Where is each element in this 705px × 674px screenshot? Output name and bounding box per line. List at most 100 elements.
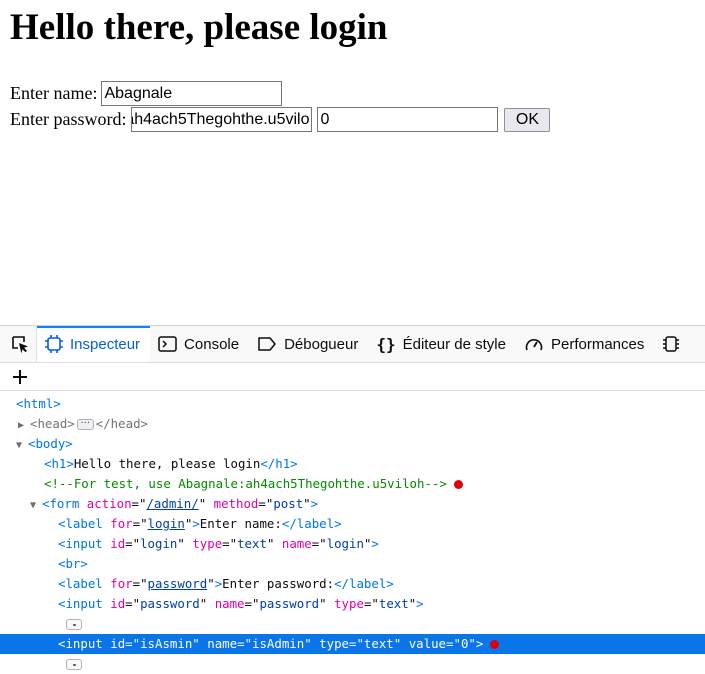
form-tag: <form bbox=[42, 496, 80, 511]
collapsed-content-icon[interactable] bbox=[76, 414, 94, 434]
input-name-val: password bbox=[259, 596, 320, 611]
html-comment: <!--For test, use Abagnale:ah4ach5Thegoh… bbox=[44, 476, 447, 491]
input-name-attr: name bbox=[214, 596, 245, 611]
console-icon bbox=[158, 336, 177, 352]
collapse-form-icon[interactable]: ▼ bbox=[30, 496, 42, 516]
form-action-attr: action bbox=[86, 496, 132, 511]
performance-icon bbox=[525, 339, 543, 351]
label-for-attr: for bbox=[110, 516, 133, 531]
input-id-val: login bbox=[140, 536, 178, 551]
tree-line-h1[interactable]: <h1>Hello there, please login</h1> bbox=[0, 454, 705, 474]
tree-line-event-badge[interactable] bbox=[0, 654, 705, 674]
h1-close-tag: </h1> bbox=[260, 456, 298, 471]
expand-head-icon[interactable]: ▶ bbox=[18, 416, 30, 436]
add-node-icon[interactable] bbox=[10, 367, 30, 387]
input-name-attr: name bbox=[207, 636, 238, 651]
tab-console[interactable]: Console bbox=[150, 326, 249, 362]
input-type-val: text bbox=[237, 536, 267, 551]
login-row: Enter name: Abagnale bbox=[10, 81, 283, 106]
tab-performance[interactable]: Performances bbox=[516, 326, 654, 362]
tab-console-label: Console bbox=[184, 335, 240, 353]
tab-performance-label: Performances bbox=[550, 335, 645, 353]
label-for-login-link[interactable]: login bbox=[148, 516, 185, 531]
inspector-toolbar bbox=[0, 363, 705, 391]
body-tag: <body> bbox=[28, 436, 73, 451]
tab-style-editor[interactable]: {} Éditeur de style bbox=[368, 326, 516, 362]
tree-line-head[interactable]: ▶<head> </head> bbox=[0, 414, 705, 434]
h1-text-node: Hello there, please login bbox=[73, 456, 261, 471]
input-name-val: isAdmin bbox=[252, 636, 305, 651]
tree-line-input-password[interactable]: <input id="password" name="password" typ… bbox=[0, 594, 705, 614]
input-type-val: text bbox=[378, 596, 409, 611]
tab-style-editor-label: Éditeur de style bbox=[402, 335, 506, 353]
devtools-tabbar: Inspecteur Console Débogueur {} Éditeur … bbox=[0, 326, 705, 363]
tree-line-comment[interactable]: <!--For test, use Abagnale:ah4ach5Thegoh… bbox=[0, 474, 705, 494]
element-picker-button[interactable] bbox=[0, 326, 37, 362]
input-name-val: login bbox=[326, 536, 364, 551]
input-value-attr: value bbox=[408, 636, 447, 651]
br-tag: <br> bbox=[58, 556, 88, 571]
form-method-val: post bbox=[273, 496, 304, 511]
page-heading: Hello there, please login bbox=[10, 7, 388, 48]
style-editor-icon: {} bbox=[376, 334, 396, 354]
label-tag: <label bbox=[58, 516, 103, 531]
h1-open-tag: <h1> bbox=[44, 456, 74, 471]
password-row: Enter password: ah4ach5Thegohthe.u5vilo … bbox=[10, 107, 551, 132]
label-close-tag: </label> bbox=[281, 516, 342, 531]
head-close-tag: </head> bbox=[95, 416, 148, 431]
mutation-dot-icon bbox=[490, 640, 500, 649]
login-input[interactable]: Abagnale bbox=[101, 81, 283, 106]
devtools-panel: Inspecteur Console Débogueur {} Éditeur … bbox=[0, 325, 705, 673]
whitespace-badge-icon[interactable] bbox=[66, 619, 82, 630]
tree-line-br[interactable]: <br> bbox=[0, 554, 705, 574]
input-tag: <input bbox=[58, 596, 103, 611]
form-action-link[interactable]: /admin/ bbox=[146, 496, 198, 511]
rendered-page: Hello there, please login Enter name: Ab… bbox=[0, 0, 705, 326]
password-input-value: ah4ach5Thegohthe.u5vilo bbox=[131, 111, 310, 128]
tree-line-input-isadmin-selected[interactable]: <input id="isAsmin" name="isAdmin" type=… bbox=[0, 634, 705, 654]
isadmin-input[interactable]: 0 bbox=[317, 107, 499, 132]
input-id-attr: id bbox=[110, 596, 126, 611]
input-id-val: isAsmin bbox=[140, 636, 193, 651]
name-label: Enter name: bbox=[10, 83, 98, 103]
password-label: Enter password: bbox=[10, 109, 127, 129]
input-type-val: text bbox=[363, 636, 394, 651]
ok-button[interactable]: OK bbox=[504, 107, 551, 132]
memory-icon bbox=[663, 336, 680, 352]
mutation-dot-icon bbox=[453, 480, 463, 489]
tree-line-form[interactable]: ▼ <form action="/admin/" method="post"> bbox=[0, 494, 705, 514]
input-tag: <input bbox=[58, 636, 103, 651]
label-login-text: Enter name: bbox=[199, 516, 282, 531]
label-for-attr: for bbox=[110, 576, 133, 591]
tree-line-event-badge[interactable] bbox=[0, 614, 705, 634]
input-tag: <input bbox=[58, 536, 103, 551]
tree-line-body[interactable]: ▼ <body> bbox=[0, 434, 705, 454]
label-password-text: Enter password: bbox=[222, 576, 335, 591]
tab-debugger-label: Débogueur bbox=[284, 335, 359, 353]
head-open-tag: <head> bbox=[30, 416, 75, 431]
input-id-attr: id bbox=[110, 536, 126, 551]
whitespace-badge-icon[interactable] bbox=[66, 659, 82, 670]
tree-line-label-password[interactable]: <label for="password">Enter password:</l… bbox=[0, 574, 705, 594]
tree-line-label-login[interactable]: <label for="login">Enter name:</label> bbox=[0, 514, 705, 534]
inspector-icon bbox=[45, 335, 63, 353]
debugger-icon bbox=[258, 337, 276, 351]
label-close-tag: </label> bbox=[334, 576, 394, 591]
tab-inspector[interactable]: Inspecteur bbox=[37, 326, 151, 362]
tab-memory[interactable] bbox=[654, 326, 690, 362]
html-tag: <html> bbox=[16, 396, 61, 411]
label-tag: <label bbox=[58, 576, 103, 591]
tab-inspector-label: Inspecteur bbox=[70, 335, 141, 353]
tree-line-html[interactable]: <html> bbox=[0, 394, 705, 414]
tab-debugger[interactable]: Débogueur bbox=[249, 326, 368, 362]
password-input[interactable]: ah4ach5Thegohthe.u5vilo bbox=[131, 107, 313, 132]
input-type-attr: type bbox=[334, 596, 364, 611]
label-for-password-link[interactable]: password bbox=[148, 576, 208, 591]
input-name-attr: name bbox=[281, 536, 312, 551]
input-type-attr: type bbox=[319, 636, 349, 651]
input-id-val: password bbox=[140, 596, 200, 611]
tree-line-input-login[interactable]: <input id="login" type="text" name="logi… bbox=[0, 534, 705, 554]
element-picker-icon bbox=[12, 336, 28, 354]
collapse-body-icon[interactable]: ▼ bbox=[16, 436, 28, 456]
input-type-attr: type bbox=[192, 536, 223, 551]
